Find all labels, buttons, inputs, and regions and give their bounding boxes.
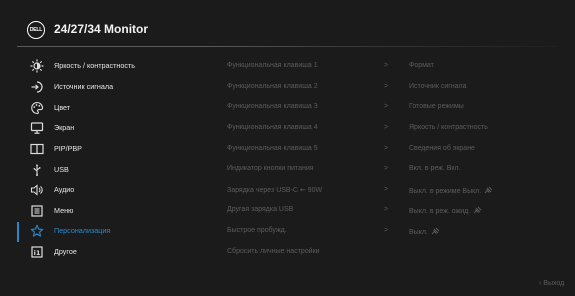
chevron-right-icon: > [384,227,389,234]
osd-header: DELL 24/27/34 Monitor [0,0,575,46]
menu-label-display: Экран [54,123,75,132]
menu-row-personalize[interactable]: Персонализация [0,222,575,242]
setting-value-function-key-1: Формат [409,62,434,69]
menu-icon [30,204,44,218]
power-plug-icon [484,186,493,196]
menu-label-usb: USB [54,165,69,174]
power-plug-icon [431,227,440,237]
monitor-osd: DELL 24/27/34 Monitor Яркость / контраст… [0,0,575,296]
svg-text:i1: i1 [34,249,41,257]
setting-function-key-4[interactable]: Функциональная клавиша 4 [227,124,318,131]
usb-icon [30,163,44,177]
other-icon: i1 [30,245,44,259]
monitor-title: 24/27/34 Monitor [54,22,149,36]
menu-label-personalize: Персонализация [54,226,111,235]
setting-usb-c-charging[interactable]: Зарядка через USB-C ⇜ 90W [227,186,322,194]
display-icon [30,121,44,135]
setting-value-other-usb-charging: Выкл. в реж. ожид. [409,206,482,216]
setting-value-function-key-3: Готовые режимы [409,103,464,110]
setting-value-function-key-2: Источник сигнала [409,83,467,90]
setting-value-function-key-4: Яркость / контрастность [409,124,488,131]
menu-label-audio: Аудио [54,185,75,194]
menu-label-color: Цвет [54,103,71,112]
header-divider [17,46,557,47]
setting-value-function-key-5: Сведения об экране [409,145,475,152]
input-source-icon [30,80,44,94]
setting-function-key-1[interactable]: Функциональная клавиша 1 [227,62,318,69]
setting-function-key-3[interactable]: Функциональная клавиша 3 [227,103,318,110]
exit-button[interactable]: ‹ Выход [539,280,564,287]
menu-label-input-source: Источник сигнала [54,82,114,91]
menu-label-menu: Меню [54,206,74,215]
setting-power-button-led[interactable]: Индикатор кнопки питания [227,165,314,172]
chevron-right-icon: > [384,206,389,213]
chevron-right-icon: > [384,103,389,110]
setting-reset-personalization[interactable]: Сбросить личные настройки [227,248,320,255]
dell-logo: DELL [27,21,45,39]
chevron-right-icon: > [384,186,389,193]
star-icon [30,224,44,238]
setting-value-power-button-led: Вкл. в реж. Вкл. [409,165,461,172]
menu-label-pip-pbp: PIP/PBP [54,144,82,153]
setting-function-key-2[interactable]: Функциональная клавиша 2 [227,83,318,90]
audio-icon [30,183,44,197]
pip-pbp-icon [30,142,44,156]
color-palette-icon [30,101,44,115]
chevron-right-icon: > [384,83,389,90]
menu-label-other: Другое [54,247,77,256]
chevron-right-icon: > [384,62,389,69]
setting-fast-wakeup[interactable]: Быстрое пробужд. [227,227,287,234]
menu-label-brightness: Яркость / контрастность [54,61,135,70]
chevron-right-icon: > [384,145,389,152]
setting-value-fast-wakeup: Выкл. [409,227,440,237]
setting-other-usb-charging[interactable]: Другая зарядка USB [227,206,293,213]
brightness-icon [30,59,44,73]
setting-value-usb-c-charging: Выкл. в режиме Выкл. [409,186,493,196]
setting-function-key-5[interactable]: Функциональная клавиша 5 [227,145,318,152]
chevron-right-icon: > [384,124,389,131]
power-plug-icon [473,206,482,216]
chevron-right-icon: > [384,165,389,172]
